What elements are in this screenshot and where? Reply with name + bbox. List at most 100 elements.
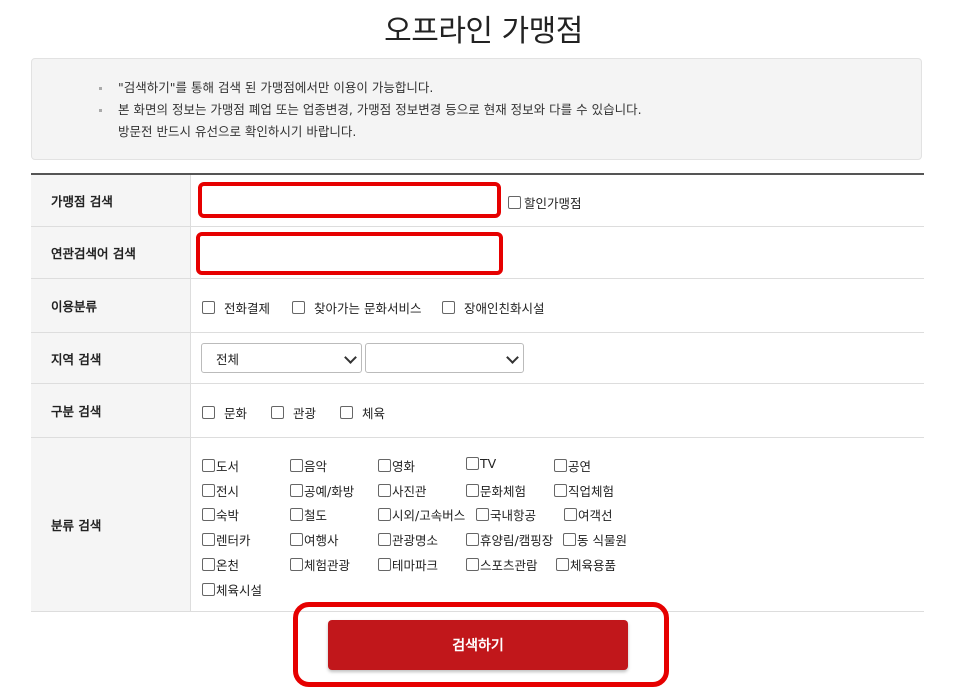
checkbox-icon xyxy=(466,533,479,547)
usage-option-accessible[interactable]: 장애인친화시설 xyxy=(442,298,545,317)
notice-line: 본 화면의 정보는 가맹점 폐업 또는 업종변경, 가맹점 정보변경 등으로 현… xyxy=(99,99,642,121)
category-option[interactable]: 공연 xyxy=(554,456,591,475)
checkbox-icon xyxy=(202,557,215,571)
option-label: 시외/고속버스 xyxy=(392,508,466,524)
option-label: 국내항공 xyxy=(490,508,537,524)
checkbox-icon xyxy=(466,557,479,571)
option-label: 동 식물원 xyxy=(577,533,627,549)
category-option[interactable]: 체험관광 xyxy=(290,555,350,574)
checkbox-icon xyxy=(556,557,569,571)
division-option-tourism[interactable]: 관광 xyxy=(271,403,316,422)
row-division: 구분 검색 문화 관광 체육 xyxy=(31,384,924,438)
option-label: 공연 xyxy=(568,459,592,474)
category-label: 분류 검색 xyxy=(31,438,191,611)
division-option-sports[interactable]: 체육 xyxy=(340,403,385,422)
checkbox-icon xyxy=(202,508,215,522)
option-label: 렌터카 xyxy=(216,533,251,549)
usage-label: 이용분류 xyxy=(31,279,191,332)
category-option[interactable]: 온천 xyxy=(202,555,239,574)
option-label: 휴양림/캠핑장 xyxy=(480,533,554,549)
category-option[interactable]: 문화체험 xyxy=(466,481,526,500)
option-label: 체육 xyxy=(362,406,386,421)
category-options: 도서 음악 영화 TV 공연전시 공예/화방 사진관 문화체험 직업체험숙박 철도 시외/고속버스 국… xyxy=(191,438,924,611)
category-option[interactable]: 여객선 xyxy=(564,505,613,524)
checkbox-icon xyxy=(202,533,215,547)
option-label: 숙박 xyxy=(216,508,240,524)
discount-store-label: 할인가맹점 xyxy=(524,196,582,211)
category-option[interactable]: 휴양림/캠핑장 xyxy=(466,530,553,549)
category-option[interactable]: TV xyxy=(466,456,496,471)
checkbox-icon xyxy=(290,557,303,571)
region-select-city[interactable] xyxy=(365,343,524,373)
region-select-province[interactable]: 전체 xyxy=(201,343,362,373)
category-option[interactable]: 체육용품 xyxy=(556,555,616,574)
category-option[interactable]: 영화 xyxy=(378,456,415,475)
option-label: 여행사 xyxy=(304,533,339,549)
store-search-input[interactable] xyxy=(198,182,501,218)
option-label: 테마파크 xyxy=(392,557,439,573)
checkbox-icon xyxy=(340,406,353,419)
store-search-label: 가맹점 검색 xyxy=(31,175,191,226)
option-label: 영화 xyxy=(392,459,416,474)
option-label: 공예/화방 xyxy=(304,483,355,499)
option-label: 사진관 xyxy=(392,483,427,499)
checkbox-icon xyxy=(290,459,303,472)
checkbox-icon xyxy=(554,483,567,497)
category-option[interactable]: 테마파크 xyxy=(378,555,438,574)
page-title: 오프라인 가맹점 xyxy=(384,14,583,49)
checkbox-icon xyxy=(290,508,303,522)
category-option[interactable]: 시외/고속버스 xyxy=(378,505,465,524)
usage-option-phone-payment[interactable]: 전화결제 xyxy=(202,298,270,317)
keyword-search-input[interactable] xyxy=(196,232,503,275)
discount-store-checkbox[interactable]: 할인가맹점 xyxy=(508,193,582,212)
checkbox-icon xyxy=(202,582,215,596)
option-label: 체육시설 xyxy=(216,582,263,598)
checkbox-icon xyxy=(271,406,284,419)
division-label: 구분 검색 xyxy=(31,384,191,437)
checkbox-icon xyxy=(290,483,303,497)
category-option[interactable]: 도서 xyxy=(202,456,239,475)
category-option[interactable]: 직업체험 xyxy=(554,481,614,500)
option-label: 체육용품 xyxy=(570,557,617,573)
category-option[interactable]: 숙박 xyxy=(202,505,239,524)
checkbox-icon xyxy=(202,483,215,497)
search-form: 가맹점 검색 할인가맹점 연관검색어 검색 이용분류 전화결제 찾아가는 문화서… xyxy=(31,173,924,612)
checkbox-icon xyxy=(508,196,521,209)
category-option[interactable]: 사진관 xyxy=(378,481,427,500)
row-store-search: 가맹점 검색 할인가맹점 xyxy=(31,175,924,227)
checkbox-icon xyxy=(564,508,577,522)
notice-line: "검색하기"를 통해 검색 된 가맹점에서만 이용이 가능합니다. xyxy=(99,77,642,99)
option-label: 문화체험 xyxy=(480,483,527,499)
checkbox-icon xyxy=(202,406,215,419)
checkbox-icon xyxy=(378,483,391,497)
row-region: 지역 검색 전체 xyxy=(31,333,924,384)
category-option[interactable]: 철도 xyxy=(290,505,327,524)
option-label: 스포츠관람 xyxy=(480,557,538,573)
category-option[interactable]: 관광명소 xyxy=(378,530,438,549)
select-value: 전체 xyxy=(216,351,240,367)
option-label: 장애인친화시설 xyxy=(464,301,545,316)
option-label: 철도 xyxy=(304,508,328,524)
checkbox-icon xyxy=(292,301,305,314)
search-button[interactable]: 검색하기 xyxy=(328,620,628,670)
category-option[interactable]: 전시 xyxy=(202,481,239,500)
division-option-culture[interactable]: 문화 xyxy=(202,403,247,422)
category-option[interactable]: 동 식물원 xyxy=(563,530,627,549)
category-option[interactable]: 체육시설 xyxy=(202,580,262,599)
usage-option-visiting-service[interactable]: 찾아가는 문화서비스 xyxy=(292,298,421,317)
category-option[interactable]: 공예/화방 xyxy=(290,481,354,500)
checkbox-icon xyxy=(378,533,391,547)
row-category: 분류 검색 도서 음악 영화 TV 공연전시 공예/화방 사진관 문화체험 직업체험숙박 철도 시외… xyxy=(31,438,924,612)
category-option[interactable]: 여행사 xyxy=(290,530,339,549)
category-option[interactable]: 렌터카 xyxy=(202,530,251,549)
category-option[interactable]: 스포츠관람 xyxy=(466,555,538,574)
option-label: 관광명소 xyxy=(392,533,439,549)
category-option[interactable]: 음악 xyxy=(290,456,327,475)
notice-box: "검색하기"를 통해 검색 된 가맹점에서만 이용이 가능합니다. 본 화면의 … xyxy=(31,58,922,160)
checkbox-icon xyxy=(466,457,479,470)
keyword-search-label: 연관검색어 검색 xyxy=(31,227,191,278)
option-label: 찾아가는 문화서비스 xyxy=(314,301,422,316)
notice-line: 방문전 반드시 유선으로 확인하시기 바랍니다. xyxy=(118,124,357,139)
category-option[interactable]: 국내항공 xyxy=(476,505,536,524)
option-label: 문화 xyxy=(224,406,248,421)
